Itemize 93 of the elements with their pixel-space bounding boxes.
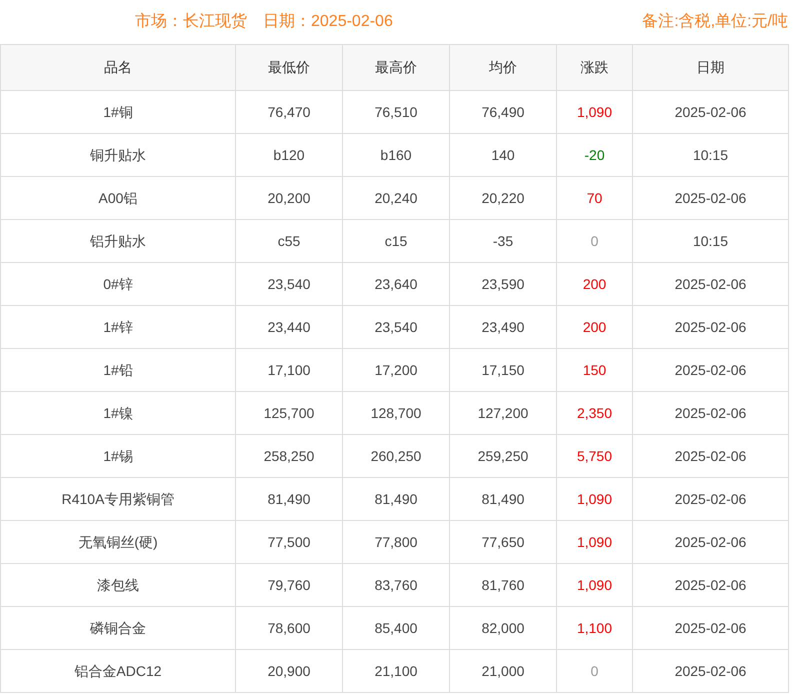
table-cell: 2025-02-06 [633, 306, 789, 348]
table-cell: 258,250 [236, 435, 343, 477]
table-cell: 2025-02-06 [633, 478, 789, 520]
table-cell: 2025-02-06 [633, 349, 789, 391]
table-cell: 2025-02-06 [633, 263, 789, 305]
table-cell: 铜升贴水 [1, 134, 236, 176]
table-cell: 10:15 [633, 134, 789, 176]
table-cell: 21,100 [343, 650, 450, 692]
table-cell: 76,490 [450, 91, 557, 133]
table-cell: 0 [557, 650, 633, 692]
table-cell: 125,700 [236, 392, 343, 434]
table-cell: 2,350 [557, 392, 633, 434]
table-cell: 81,760 [450, 564, 557, 606]
table-cell: b120 [236, 134, 343, 176]
table-cell: 1#锌 [1, 306, 236, 348]
table-cell: c55 [236, 220, 343, 262]
table-cell: 1,090 [557, 564, 633, 606]
table-cell: 23,540 [236, 263, 343, 305]
table-cell: 83,760 [343, 564, 450, 606]
table-cell: 1#铅 [1, 349, 236, 391]
table-cell: 23,440 [236, 306, 343, 348]
table-cell: 无氧铜丝(硬) [1, 521, 236, 563]
table-cell: 81,490 [343, 478, 450, 520]
table-cell: 79,760 [236, 564, 343, 606]
table-cell: 17,100 [236, 349, 343, 391]
table-cell: 260,250 [343, 435, 450, 477]
table-cell: 20,900 [236, 650, 343, 692]
table-cell: -20 [557, 134, 633, 176]
table-cell: 漆包线 [1, 564, 236, 606]
table-cell: 1#镍 [1, 392, 236, 434]
table-cell: 1#铜 [1, 91, 236, 133]
table-cell: 77,500 [236, 521, 343, 563]
table-cell: c15 [343, 220, 450, 262]
table-cell: 2025-02-06 [633, 564, 789, 606]
table-cell: A00铝 [1, 177, 236, 219]
table-cell: 21,000 [450, 650, 557, 692]
table-cell: 17,200 [343, 349, 450, 391]
table-cell: 70 [557, 177, 633, 219]
table-cell: 23,540 [343, 306, 450, 348]
column-header: 最高价 [343, 45, 450, 90]
table-cell: 259,250 [450, 435, 557, 477]
table-cell: 23,590 [450, 263, 557, 305]
table-cell: 0#锌 [1, 263, 236, 305]
table-cell: 23,490 [450, 306, 557, 348]
column-header: 品名 [1, 45, 236, 90]
table-cell: 20,220 [450, 177, 557, 219]
table-cell: 200 [557, 306, 633, 348]
table-cell: 81,490 [236, 478, 343, 520]
table-cell: 77,800 [343, 521, 450, 563]
table-cell: 76,510 [343, 91, 450, 133]
table-cell: 1,100 [557, 607, 633, 649]
table-cell: 铝升贴水 [1, 220, 236, 262]
table-cell: 82,000 [450, 607, 557, 649]
table-cell: 1,090 [557, 521, 633, 563]
table-cell: 铝合金ADC12 [1, 650, 236, 692]
column-header: 最低价 [236, 45, 343, 90]
table-cell: 76,470 [236, 91, 343, 133]
table-cell: 127,200 [450, 392, 557, 434]
table-cell: 2025-02-06 [633, 435, 789, 477]
table-cell: 81,490 [450, 478, 557, 520]
table-cell: 2025-02-06 [633, 392, 789, 434]
table-cell: 2025-02-06 [633, 91, 789, 133]
table-cell: 2025-02-06 [633, 521, 789, 563]
table-cell: 2025-02-06 [633, 177, 789, 219]
table-cell: 20,240 [343, 177, 450, 219]
table-cell: 128,700 [343, 392, 450, 434]
column-header: 均价 [450, 45, 557, 90]
table-cell: 1,090 [557, 91, 633, 133]
table-cell: 5,750 [557, 435, 633, 477]
table-cell: 0 [557, 220, 633, 262]
table-cell: 磷铜合金 [1, 607, 236, 649]
table-cell: 2025-02-06 [633, 607, 789, 649]
table-cell: 78,600 [236, 607, 343, 649]
table-cell: 20,200 [236, 177, 343, 219]
column-header: 涨跌 [557, 45, 633, 90]
table-cell: 1#锡 [1, 435, 236, 477]
table-cell: 23,640 [343, 263, 450, 305]
column-header: 日期 [633, 45, 789, 90]
table-cell: b160 [343, 134, 450, 176]
table-cell: 77,650 [450, 521, 557, 563]
date-label: 日期：2025-02-06 [263, 12, 393, 32]
table-cell: 10:15 [633, 220, 789, 262]
table-cell: 2025-02-06 [633, 650, 789, 692]
table-cell: R410A专用紫铜管 [1, 478, 236, 520]
table-cell: 17,150 [450, 349, 557, 391]
market-label: 市场：长江现货 [135, 12, 247, 32]
table-cell: 140 [450, 134, 557, 176]
table-cell: 85,400 [343, 607, 450, 649]
table-cell: -35 [450, 220, 557, 262]
table-cell: 150 [557, 349, 633, 391]
table-cell: 1,090 [557, 478, 633, 520]
note-label: 备注:含税,单位:元/吨 [642, 12, 788, 32]
table-cell: 200 [557, 263, 633, 305]
